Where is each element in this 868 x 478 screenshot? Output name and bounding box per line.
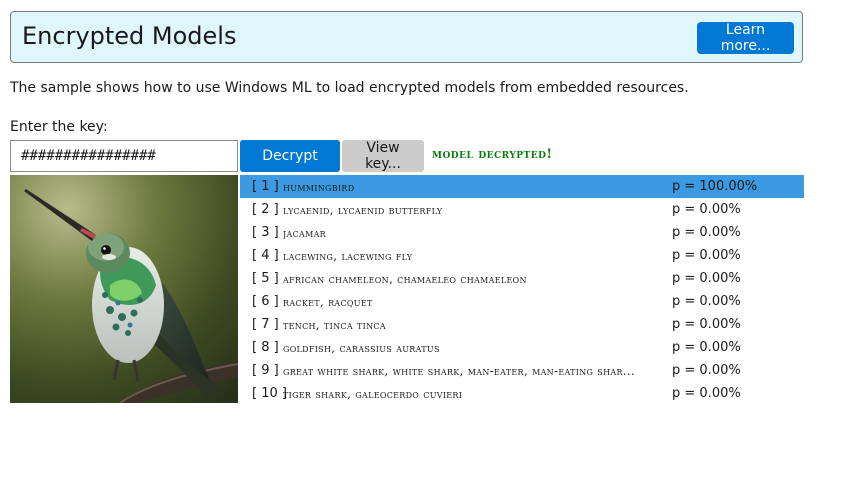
result-row[interactable]: [ 6 ] racket, racquet p = 0.00% bbox=[240, 290, 804, 313]
result-rank: [ 4 ] bbox=[252, 248, 279, 263]
result-rank: [ 2 ] bbox=[252, 202, 279, 217]
result-label: tench, tinca tinca bbox=[283, 317, 386, 332]
result-rank: [ 7 ] bbox=[252, 317, 279, 332]
result-label: lacewing, lacewing fly bbox=[283, 248, 413, 263]
result-label: lycaenid, lycaenid butterfly bbox=[283, 202, 443, 217]
result-row[interactable]: [ 4 ] lacewing, lacewing fly p = 0.00% bbox=[240, 244, 804, 267]
result-rank: [ 5 ] bbox=[252, 271, 279, 286]
result-row[interactable]: [ 2 ] lycaenid, lycaenid butterfly p = 0.0… bbox=[240, 198, 804, 221]
decrypt-button[interactable]: Decrypt bbox=[240, 140, 340, 172]
result-label: african chameleon, chamaeleo chamaeleon bbox=[283, 271, 527, 286]
result-row[interactable]: [ 7 ] tench, tinca tinca p = 0.00% bbox=[240, 313, 804, 336]
result-probability: p = 0.00% bbox=[672, 386, 741, 401]
result-probability: p = 0.00% bbox=[672, 363, 741, 378]
result-rank: [ 1 ] bbox=[252, 179, 279, 194]
description-text: The sample shows how to use Windows ML t… bbox=[10, 80, 689, 96]
result-label: great white shark, white shark, man-eate… bbox=[283, 363, 636, 378]
result-probability: p = 0.00% bbox=[672, 271, 741, 286]
result-rank: [ 10 ] bbox=[252, 386, 287, 401]
result-probability: p = 0.00% bbox=[672, 202, 741, 217]
hummingbird-image bbox=[10, 175, 238, 403]
result-row[interactable]: [ 9 ] great white shark, white shark, man… bbox=[240, 359, 804, 382]
page-title: Encrypted Models bbox=[22, 22, 237, 50]
result-rank: [ 3 ] bbox=[252, 225, 279, 240]
result-label: racket, racquet bbox=[283, 294, 373, 309]
result-row[interactable]: [ 1 ] hummingbird p = 100.00% bbox=[240, 175, 804, 198]
result-rank: [ 9 ] bbox=[252, 363, 279, 378]
result-probability: p = 0.00% bbox=[672, 248, 741, 263]
result-rank: [ 8 ] bbox=[252, 340, 279, 355]
result-probability: p = 0.00% bbox=[672, 317, 741, 332]
result-probability: p = 0.00% bbox=[672, 294, 741, 309]
result-row[interactable]: [ 10 ] tiger shark, galeocerdo cuvieri p =… bbox=[240, 382, 804, 405]
learn-more-button[interactable]: Learn more... bbox=[697, 22, 794, 54]
result-label: tiger shark, galeocerdo cuvieri bbox=[283, 386, 463, 401]
result-label: jacamar bbox=[283, 225, 326, 240]
result-probability: p = 100.00% bbox=[672, 179, 758, 194]
result-row[interactable]: [ 5 ] african chameleon, chamaeleo chamae… bbox=[240, 267, 804, 290]
key-input[interactable]: ################ bbox=[10, 140, 238, 172]
result-label: hummingbird bbox=[283, 179, 355, 194]
view-key-button[interactable]: View key... bbox=[342, 140, 424, 172]
result-row[interactable]: [ 3 ] jacamar p = 0.00% bbox=[240, 221, 804, 244]
results-list: [ 1 ] hummingbird p = 100.00% [ 2 ] lycaenid… bbox=[240, 175, 804, 405]
result-label: goldfish, carassius auratus bbox=[283, 340, 440, 355]
result-row[interactable]: [ 8 ] goldfish, carassius auratus p = 0.00… bbox=[240, 336, 804, 359]
result-rank: [ 6 ] bbox=[252, 294, 279, 309]
result-probability: p = 0.00% bbox=[672, 340, 741, 355]
result-probability: p = 0.00% bbox=[672, 225, 741, 240]
header-panel: Encrypted Models Learn more... bbox=[10, 11, 803, 63]
key-label: Enter the key: bbox=[10, 119, 108, 135]
status-text: model decrypted! bbox=[432, 147, 553, 162]
